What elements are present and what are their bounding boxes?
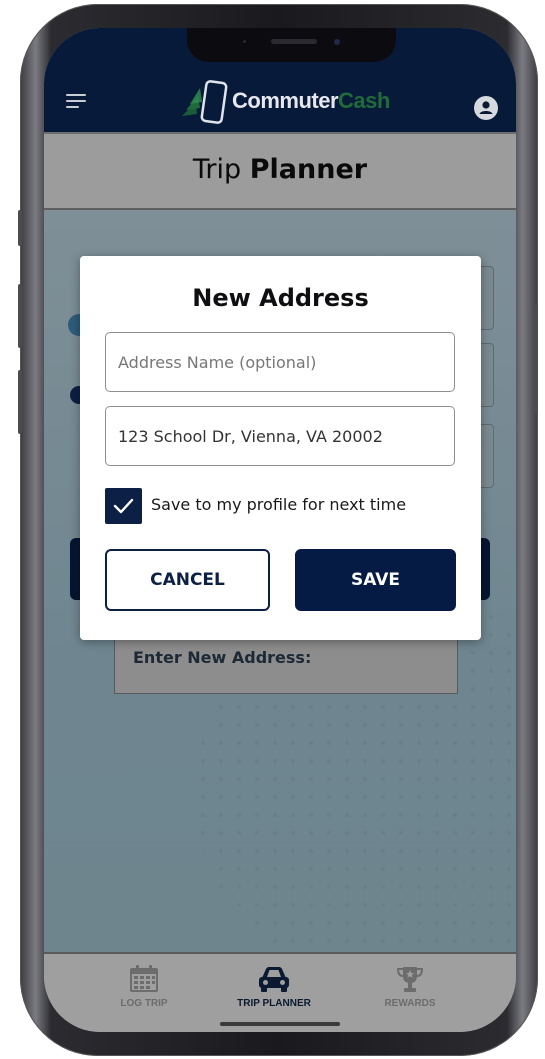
page-title: Trip Planner (193, 154, 367, 185)
dialog-title: New Address (192, 284, 369, 312)
phone-power-button (534, 304, 538, 414)
phone-volume-down (18, 370, 22, 434)
logo-text-cash: Cash (338, 88, 390, 113)
tab-log-trip-label: LOG TRIP (120, 998, 168, 1009)
phone-side-button (18, 210, 22, 246)
address-input[interactable] (105, 406, 455, 466)
home-indicator (220, 1022, 340, 1026)
save-to-profile-checkbox[interactable] (105, 488, 142, 524)
car-icon (259, 967, 289, 992)
tab-rewards-label: REWARDS (384, 998, 436, 1009)
save-button[interactable]: SAVE (295, 549, 456, 611)
tab-log-trip[interactable]: LOG TRIP (84, 964, 204, 1009)
trophy-icon (396, 967, 424, 992)
logo-text-commuter: Commuter (232, 88, 339, 113)
phone-volume-up (18, 284, 22, 348)
page-title-bold: Planner (249, 154, 368, 185)
checkmark-icon (113, 498, 134, 514)
page-title-bar: Trip Planner (44, 132, 516, 210)
new-address-dialog: New Address Save to my profile for next … (80, 256, 481, 640)
tab-trip-planner-label: TRIP PLANNER (237, 998, 311, 1009)
bottom-tab-bar: LOG TRIP TRIP PLANNER REWARDS (44, 952, 516, 1032)
save-to-profile-row: Save to my profile for next time (105, 486, 465, 526)
address-name-input[interactable] (105, 332, 455, 392)
enter-new-address-label: Enter New Address: (133, 648, 312, 667)
page-title-light: Trip (192, 154, 242, 185)
tab-rewards[interactable]: REWARDS (350, 964, 470, 1009)
menu-icon[interactable] (66, 94, 86, 108)
tab-trip-planner[interactable]: TRIP PLANNER (214, 964, 334, 1009)
cancel-button[interactable]: CANCEL (105, 549, 270, 611)
calendar-icon (130, 965, 158, 992)
phone-cash-logo-icon (182, 80, 228, 124)
phone-notch (187, 28, 396, 62)
save-to-profile-label: Save to my profile for next time (151, 495, 407, 514)
account-icon[interactable] (474, 96, 498, 120)
